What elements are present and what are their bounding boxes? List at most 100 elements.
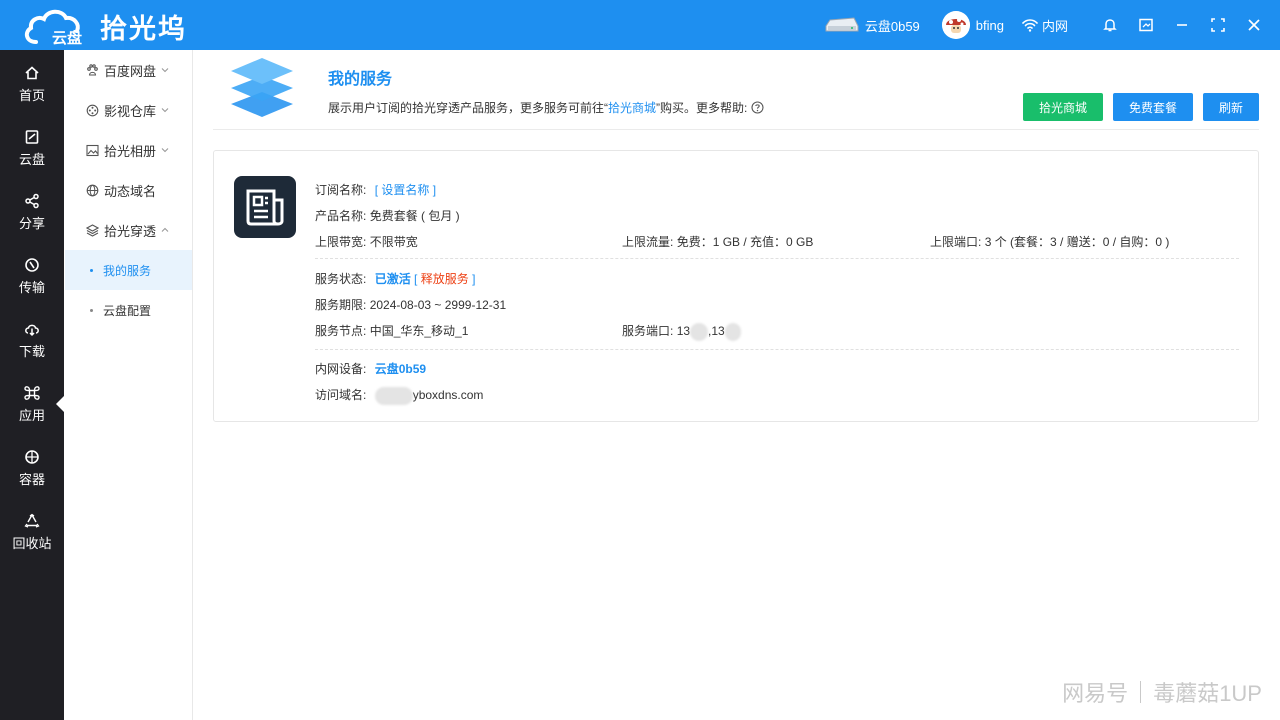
service-node-row: 服务节点: 中国_华东_移动_1 xyxy=(315,322,468,339)
nav-home[interactable]: 首页 xyxy=(0,56,64,112)
device-name: 云盘0b59 xyxy=(864,18,920,34)
watermark-right: 毒蘑菇1UP xyxy=(1153,681,1262,706)
device-selector[interactable]: 云盘0b59 xyxy=(825,16,920,35)
divider xyxy=(315,349,1239,350)
help-icon[interactable] xyxy=(751,101,764,114)
field-label: 上限流量: xyxy=(622,235,674,249)
access-domain-row: 访问域名: yboxdns.com xyxy=(315,386,483,405)
submenu-item-film[interactable]: 影视仓库 xyxy=(65,90,192,130)
refresh-button[interactable]: 刷新 xyxy=(1203,93,1259,121)
avatar xyxy=(941,11,970,39)
field-label: 访问域名: xyxy=(315,388,367,402)
field-value: 2024-08-03 ~ 2999-12-31 xyxy=(369,298,507,312)
minimize-icon[interactable] xyxy=(1172,15,1192,35)
submenu-label: 动态域名 xyxy=(104,183,157,199)
nav-container[interactable]: 容器 xyxy=(0,440,64,496)
disk-icon xyxy=(23,128,41,146)
submenu-item-photo[interactable]: 拾光相册 xyxy=(65,130,192,170)
store-link[interactable]: 拾光商城 xyxy=(608,99,656,116)
nav-apps[interactable]: 应用 xyxy=(0,376,64,432)
bell-icon[interactable] xyxy=(1100,15,1120,35)
close-icon[interactable] xyxy=(1244,15,1264,35)
set-name-link[interactable]: 设置名称 xyxy=(381,183,429,197)
service-card: 订阅名称: [ 设置名称 ] 产品名称: 免费套餐 ( 包月 ) 上限带宽: 不… xyxy=(213,150,1259,422)
drive-icon xyxy=(825,17,859,32)
ports-limit-row: 上限端口: 3 个 (套餐：3 / 赠送：0 / 自购：0 ) xyxy=(930,233,1169,250)
network-label: 内网 xyxy=(1041,18,1068,34)
window-controls xyxy=(1084,15,1264,35)
service-period-row: 服务期限: 2024-08-03 ~ 2999-12-31 xyxy=(315,296,506,313)
nav-transfer[interactable]: 传输 xyxy=(0,248,64,304)
product-name-row: 产品名称: 免费套餐 ( 包月 ) xyxy=(315,207,460,224)
apps-icon xyxy=(23,384,41,402)
bracket: [ xyxy=(414,272,418,286)
bullet-icon xyxy=(90,308,93,312)
field-label: 服务节点: xyxy=(315,324,367,338)
submenu-item-baidu[interactable]: 百度网盘 xyxy=(65,50,192,90)
submenu-item-penetration[interactable]: 拾光穿透 xyxy=(65,210,192,250)
submenu: 百度网盘 影视仓库 拾光相册 动态域名 拾光穿透 我的服务 云盘配置 xyxy=(64,50,193,720)
lan-device-value[interactable]: 云盘0b59 xyxy=(375,362,426,376)
divider xyxy=(315,258,1239,259)
username: bfing xyxy=(975,17,1004,33)
field-label: 内网设备: xyxy=(315,362,367,376)
submenu-item-ddns[interactable]: 动态域名 xyxy=(65,170,192,210)
field-label: 上限端口: xyxy=(930,235,982,249)
app-logo: 云盘 拾光坞 xyxy=(22,6,187,46)
cloud-logo-icon: 云盘 xyxy=(24,9,82,46)
field-value: ,13 xyxy=(708,324,725,338)
nav-share[interactable]: 分享 xyxy=(0,184,64,240)
nav-label: 首页 xyxy=(18,88,45,103)
share-icon xyxy=(23,192,41,210)
service-status-row: 服务状态: 已激活 [ 释放服务 ] xyxy=(315,270,475,287)
field-value: 不限带宽 xyxy=(369,235,418,249)
container-icon xyxy=(23,448,41,466)
field-label: 订阅名称: xyxy=(315,183,367,197)
field-value: yboxdns.com xyxy=(412,388,484,402)
nav-label: 回收站 xyxy=(12,536,52,551)
nav-recycle[interactable]: 回收站 xyxy=(0,504,64,560)
lan-device-row: 内网设备: 云盘0b59 xyxy=(315,360,426,377)
user-menu[interactable]: bfing xyxy=(941,11,1004,39)
field-label: 服务期限: xyxy=(315,298,367,312)
release-service-link[interactable]: 释放服务 xyxy=(421,272,469,286)
newspaper-icon xyxy=(234,176,296,238)
topbar-right: 云盘0b59 bfing 内网 xyxy=(825,0,1280,50)
nav-label: 应用 xyxy=(18,408,45,423)
redacted-mask xyxy=(374,386,413,405)
transfer-icon xyxy=(23,256,41,274)
submenu-label: 拾光穿透 xyxy=(104,223,157,239)
photo-icon xyxy=(85,143,99,157)
submenu-child-label: 我的服务 xyxy=(103,263,152,278)
watermark-divider xyxy=(1140,681,1142,703)
submenu-child-my-services[interactable]: 我的服务 xyxy=(65,250,192,290)
screen-icon[interactable] xyxy=(1136,15,1156,35)
recycle-icon xyxy=(23,512,41,530)
free-plan-button[interactable]: 免费套餐 xyxy=(1113,93,1193,121)
bracket: ] xyxy=(432,183,437,197)
logo-text: 云盘 xyxy=(52,29,82,46)
field-label: 产品名称: xyxy=(315,209,367,223)
chevron-up-icon xyxy=(160,225,170,235)
submenu-child-label: 云盘配置 xyxy=(103,303,152,318)
bracket: ] xyxy=(472,272,476,286)
field-value: 免费套餐 ( 包月 ) xyxy=(369,209,460,223)
traffic-row: 上限流量: 免费：1 GB / 充值：0 GB xyxy=(622,233,813,250)
nav-download[interactable]: 下载 xyxy=(0,312,64,368)
home-icon xyxy=(23,64,41,82)
nav-cloud-disk[interactable]: 云盘 xyxy=(0,120,64,176)
film-icon xyxy=(85,103,99,117)
maximize-icon[interactable] xyxy=(1208,15,1228,35)
chevron-down-icon xyxy=(160,145,170,155)
title-bar: 云盘 拾光坞 云盘0b59 bfing 内网 xyxy=(0,0,1280,50)
redacted-mask xyxy=(690,322,709,341)
nav-label: 分享 xyxy=(18,216,45,231)
download-icon xyxy=(23,320,41,338)
wifi-icon xyxy=(1022,19,1038,32)
network-status[interactable]: 内网 xyxy=(1022,16,1068,35)
subscription-name-row: 订阅名称: [ 设置名称 ] xyxy=(315,181,436,198)
submenu-child-disk-config[interactable]: 云盘配置 xyxy=(65,290,192,330)
service-layers-icon xyxy=(231,58,293,117)
nav-label: 传输 xyxy=(18,280,45,295)
store-button[interactable]: 拾光商城 xyxy=(1023,93,1103,121)
